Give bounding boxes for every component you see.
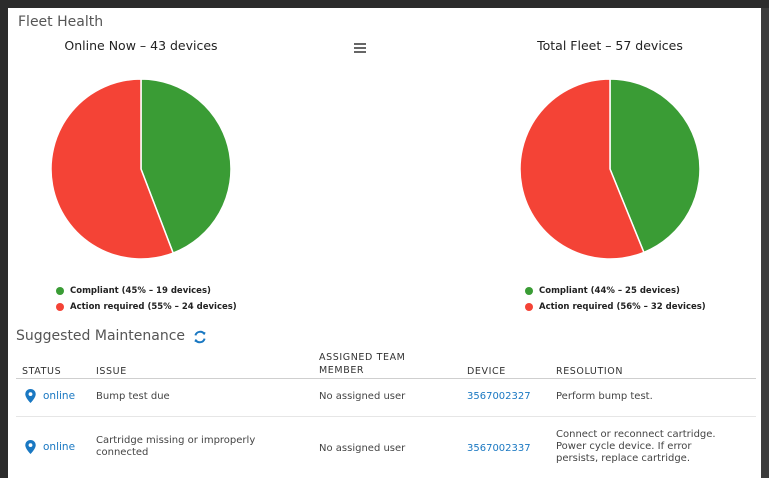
pie-chart-total-fleet bbox=[519, 78, 701, 260]
column-header-issue[interactable]: ISSUE bbox=[96, 365, 127, 378]
fleet-health-panel: Fleet Health Online Now – 43 devices Com… bbox=[8, 8, 761, 478]
suggested-maintenance-title: Suggested Maintenance bbox=[16, 328, 186, 344]
status-online-link[interactable]: online bbox=[25, 389, 75, 403]
column-header-status[interactable]: STATUS bbox=[22, 365, 61, 378]
device-link[interactable]: 3567002327 bbox=[467, 391, 531, 403]
issue-line: Cartridge missing or improperly bbox=[96, 435, 256, 446]
resolution-cell: Perform bump test. bbox=[556, 391, 653, 403]
legend-label: Action required (56% – 32 devices) bbox=[539, 302, 706, 312]
column-header-assigned-line2: MEMBER bbox=[319, 365, 365, 376]
legend-dot-action-required bbox=[525, 303, 533, 311]
status-online-link[interactable]: online bbox=[25, 440, 75, 454]
legend-dot-compliant bbox=[525, 287, 533, 295]
status-text: online bbox=[43, 390, 76, 402]
location-pin-icon bbox=[25, 389, 36, 403]
resolution-line: persists, replace cartridge. bbox=[556, 453, 690, 464]
row-divider bbox=[16, 416, 756, 417]
legend-item-compliant[interactable]: Compliant (45% – 19 devices) bbox=[56, 283, 237, 299]
pie-chart-online-now bbox=[50, 78, 232, 260]
legend-online-now: Compliant (45% – 19 devices) Action requ… bbox=[56, 283, 237, 315]
resolution-line: Connect or reconnect cartridge. bbox=[556, 429, 716, 440]
column-header-assigned-line1: ASSIGNED TEAM bbox=[319, 352, 406, 363]
hamburger-menu-icon[interactable] bbox=[353, 42, 367, 54]
resolution-cell: Connect or reconnect cartridge. Power cy… bbox=[556, 429, 716, 465]
assigned-cell: No assigned user bbox=[319, 443, 406, 454]
device-link[interactable]: 3567002337 bbox=[467, 443, 531, 455]
legend-dot-compliant bbox=[56, 287, 64, 295]
window-edge bbox=[761, 8, 769, 478]
column-header-assigned[interactable]: ASSIGNED TEAM MEMBER bbox=[319, 351, 405, 377]
legend-item-action-required[interactable]: Action required (55% – 24 devices) bbox=[56, 299, 237, 315]
header-divider bbox=[16, 378, 756, 379]
legend-dot-action-required bbox=[56, 303, 64, 311]
issue-line: Bump test due bbox=[96, 391, 170, 402]
resolution-line: Power cycle device. If error bbox=[556, 441, 692, 452]
legend-label: Action required (55% – 24 devices) bbox=[70, 302, 237, 312]
resolution-line: Perform bump test. bbox=[556, 391, 653, 402]
refresh-icon[interactable] bbox=[192, 329, 208, 345]
location-pin-icon bbox=[25, 440, 36, 454]
assigned-cell: No assigned user bbox=[319, 391, 406, 402]
issue-cell: Bump test due bbox=[96, 391, 170, 403]
chart-title-total-fleet: Total Fleet – 57 devices bbox=[537, 38, 683, 53]
chart-title-online-now: Online Now – 43 devices bbox=[64, 38, 218, 53]
legend-item-compliant[interactable]: Compliant (44% – 25 devices) bbox=[525, 283, 706, 299]
legend-total-fleet: Compliant (44% – 25 devices) Action requ… bbox=[525, 283, 706, 315]
status-text: online bbox=[43, 441, 76, 453]
legend-label: Compliant (45% – 19 devices) bbox=[70, 286, 211, 296]
column-header-device[interactable]: DEVICE bbox=[467, 365, 506, 378]
column-header-resolution[interactable]: RESOLUTION bbox=[556, 365, 623, 378]
issue-line: connected bbox=[96, 447, 149, 458]
legend-item-action-required[interactable]: Action required (56% – 32 devices) bbox=[525, 299, 706, 315]
legend-label: Compliant (44% – 25 devices) bbox=[539, 286, 680, 296]
issue-cell: Cartridge missing or improperly connecte… bbox=[96, 435, 255, 459]
fleet-health-title: Fleet Health bbox=[18, 14, 104, 30]
